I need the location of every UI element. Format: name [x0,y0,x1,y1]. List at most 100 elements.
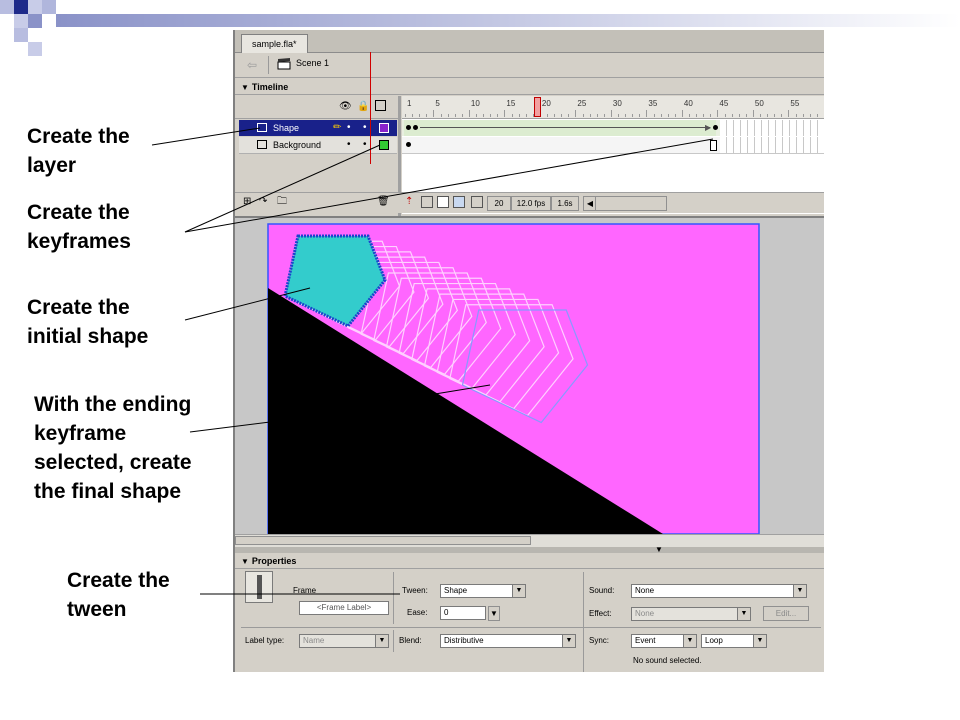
dropdown-arrow-icon[interactable]: ▼ [375,635,388,647]
annotation-line: the final shape [34,480,182,503]
timeline-status-bar: ⊞ ↷ 🗀 🗑 ⇡ 20 12.0 fps 1.6s ◀ [235,192,824,213]
modify-onion-markers-icon[interactable] [471,196,483,208]
trash-icon[interactable]: 🗑 [377,196,390,208]
onion-skin-icon[interactable] [421,196,433,208]
dropdown-arrow-icon[interactable]: ▼ [512,585,525,597]
frame-label-input[interactable]: <Frame Label> [299,601,389,615]
properties-panel-header[interactable]: ▼ Properties [235,554,824,569]
tween-arrow [420,127,710,128]
effect-select[interactable]: None ▼ [631,607,751,621]
scene-label[interactable]: Scene 1 [296,58,329,68]
ruler-label: 15 [506,99,516,108]
decor-square [28,0,42,14]
dropdown-arrow-icon[interactable]: ▼ [683,635,696,647]
eye-icon[interactable]: 👁 [339,101,352,113]
label-type-value: Name [303,636,325,645]
frame-row-shape[interactable]: ▶ [402,120,824,136]
edit-multiple-frames-icon[interactable] [453,196,465,208]
frame-icon [245,571,273,603]
layer-icon [257,140,267,149]
onion-outlines-icon[interactable] [437,196,449,208]
dropdown-arrow-icon[interactable]: ▼ [793,585,806,597]
playhead[interactable] [534,97,541,117]
ruler-tick [731,114,733,117]
annotation-line: initial shape [27,325,149,348]
blend-select[interactable]: Distributive ▼ [440,634,576,648]
ruler-tick [454,114,456,117]
frame-row-background[interactable] [402,137,824,154]
ruler-label: 30 [612,99,622,108]
timeline-hscroll[interactable] [595,196,667,211]
collapse-triangle-icon[interactable]: ▼ [241,83,249,92]
ruler-tick [511,114,513,117]
ruler-tick [461,114,463,117]
dropdown-arrow-icon[interactable]: ▼ [753,635,766,647]
add-layer-icon[interactable]: ⊞ [243,196,251,208]
annotation-line: keyframe [34,422,127,445]
dropdown-arrow-icon[interactable]: ▼ [737,608,750,620]
ruler-tick [767,114,769,117]
lock-dot[interactable]: • [363,120,367,136]
sound-select[interactable]: None ▼ [631,584,807,598]
tween-select[interactable]: Shape ▼ [440,584,526,598]
scrollbar-thumb[interactable] [235,536,531,545]
keyframe[interactable] [406,142,411,147]
decor-square [14,14,28,28]
layer-row-shape[interactable]: Shape ✏ • • [239,120,397,136]
frame-icon-bar [257,575,262,599]
ease-slider-button[interactable]: ▼ [488,606,500,621]
annotation-line: With the ending [34,393,192,416]
lock-dot[interactable]: • [363,137,367,153]
ruler-tick [681,110,683,117]
label-type-select[interactable]: Name ▼ [299,634,389,648]
ruler-tick [603,114,605,117]
decor-square [14,28,28,42]
label-type-label: Label type: [245,636,285,645]
frame-ruler[interactable]: 15101520253035404550556 [402,96,824,119]
panel-splitter[interactable]: ▼ [235,545,824,554]
keyframe[interactable] [406,125,411,130]
layer-color-swatch[interactable] [379,123,389,133]
layer-header-row: 👁 🔒 [235,96,398,119]
timeline-panel-header[interactable]: ▼ Timeline [235,80,824,95]
frame-rate-field[interactable]: 12.0 fps [511,196,551,211]
keyframe[interactable] [413,125,418,130]
sync-select[interactable]: Event ▼ [631,634,697,648]
collapse-triangle-icon[interactable]: ▼ [241,557,249,566]
outline-icon[interactable] [375,100,386,111]
back-arrow-icon[interactable]: ⇦ [244,57,260,73]
insert-folder-icon[interactable]: 🗀 [277,196,287,208]
ruler-tick [745,114,747,117]
ruler-tick [781,114,783,117]
flash-window: sample.fla* ⇦ Scene 1 ▼ Timeline 👁 🔒 Shap… [233,30,824,672]
dropdown-arrow-icon[interactable]: ▼ [562,635,575,647]
ruler-tick [710,114,712,117]
stage-horizontal-scrollbar[interactable] [235,534,824,547]
ruler-label: 10 [470,99,480,108]
stage-canvas[interactable] [235,218,824,548]
tween-arrowhead-icon: ▶ [705,123,712,132]
ruler-tick [653,114,655,117]
annotation-line: keyframes [27,230,131,253]
ruler-label: 35 [648,99,658,108]
layer-row-background[interactable]: Background • • [239,137,397,154]
ruler-tick [582,114,584,117]
stage-area[interactable] [235,216,824,548]
lock-icon[interactable]: 🔒 [357,101,369,113]
center-frame-icon[interactable]: ⇡ [405,196,413,208]
layer-name: Shape [273,123,300,133]
annotation-line: Create the [27,125,130,148]
document-tab[interactable]: sample.fla* [241,34,308,53]
ease-input[interactable]: 0 [440,606,486,620]
shape-tween-span[interactable] [404,120,716,136]
layer-name: Background [273,140,322,150]
layer-color-swatch[interactable] [379,140,389,150]
edit-sound-button[interactable]: Edit... [763,606,809,621]
splitter-arrow-icon[interactable]: ▼ [655,545,663,554]
annotation-line: Create the [27,296,130,319]
loop-select[interactable]: Loop ▼ [701,634,767,648]
add-motion-guide-icon[interactable]: ↷ [259,196,267,208]
visibility-dot[interactable]: • [347,120,351,136]
keyframe[interactable] [713,125,718,130]
visibility-dot[interactable]: • [347,137,351,153]
